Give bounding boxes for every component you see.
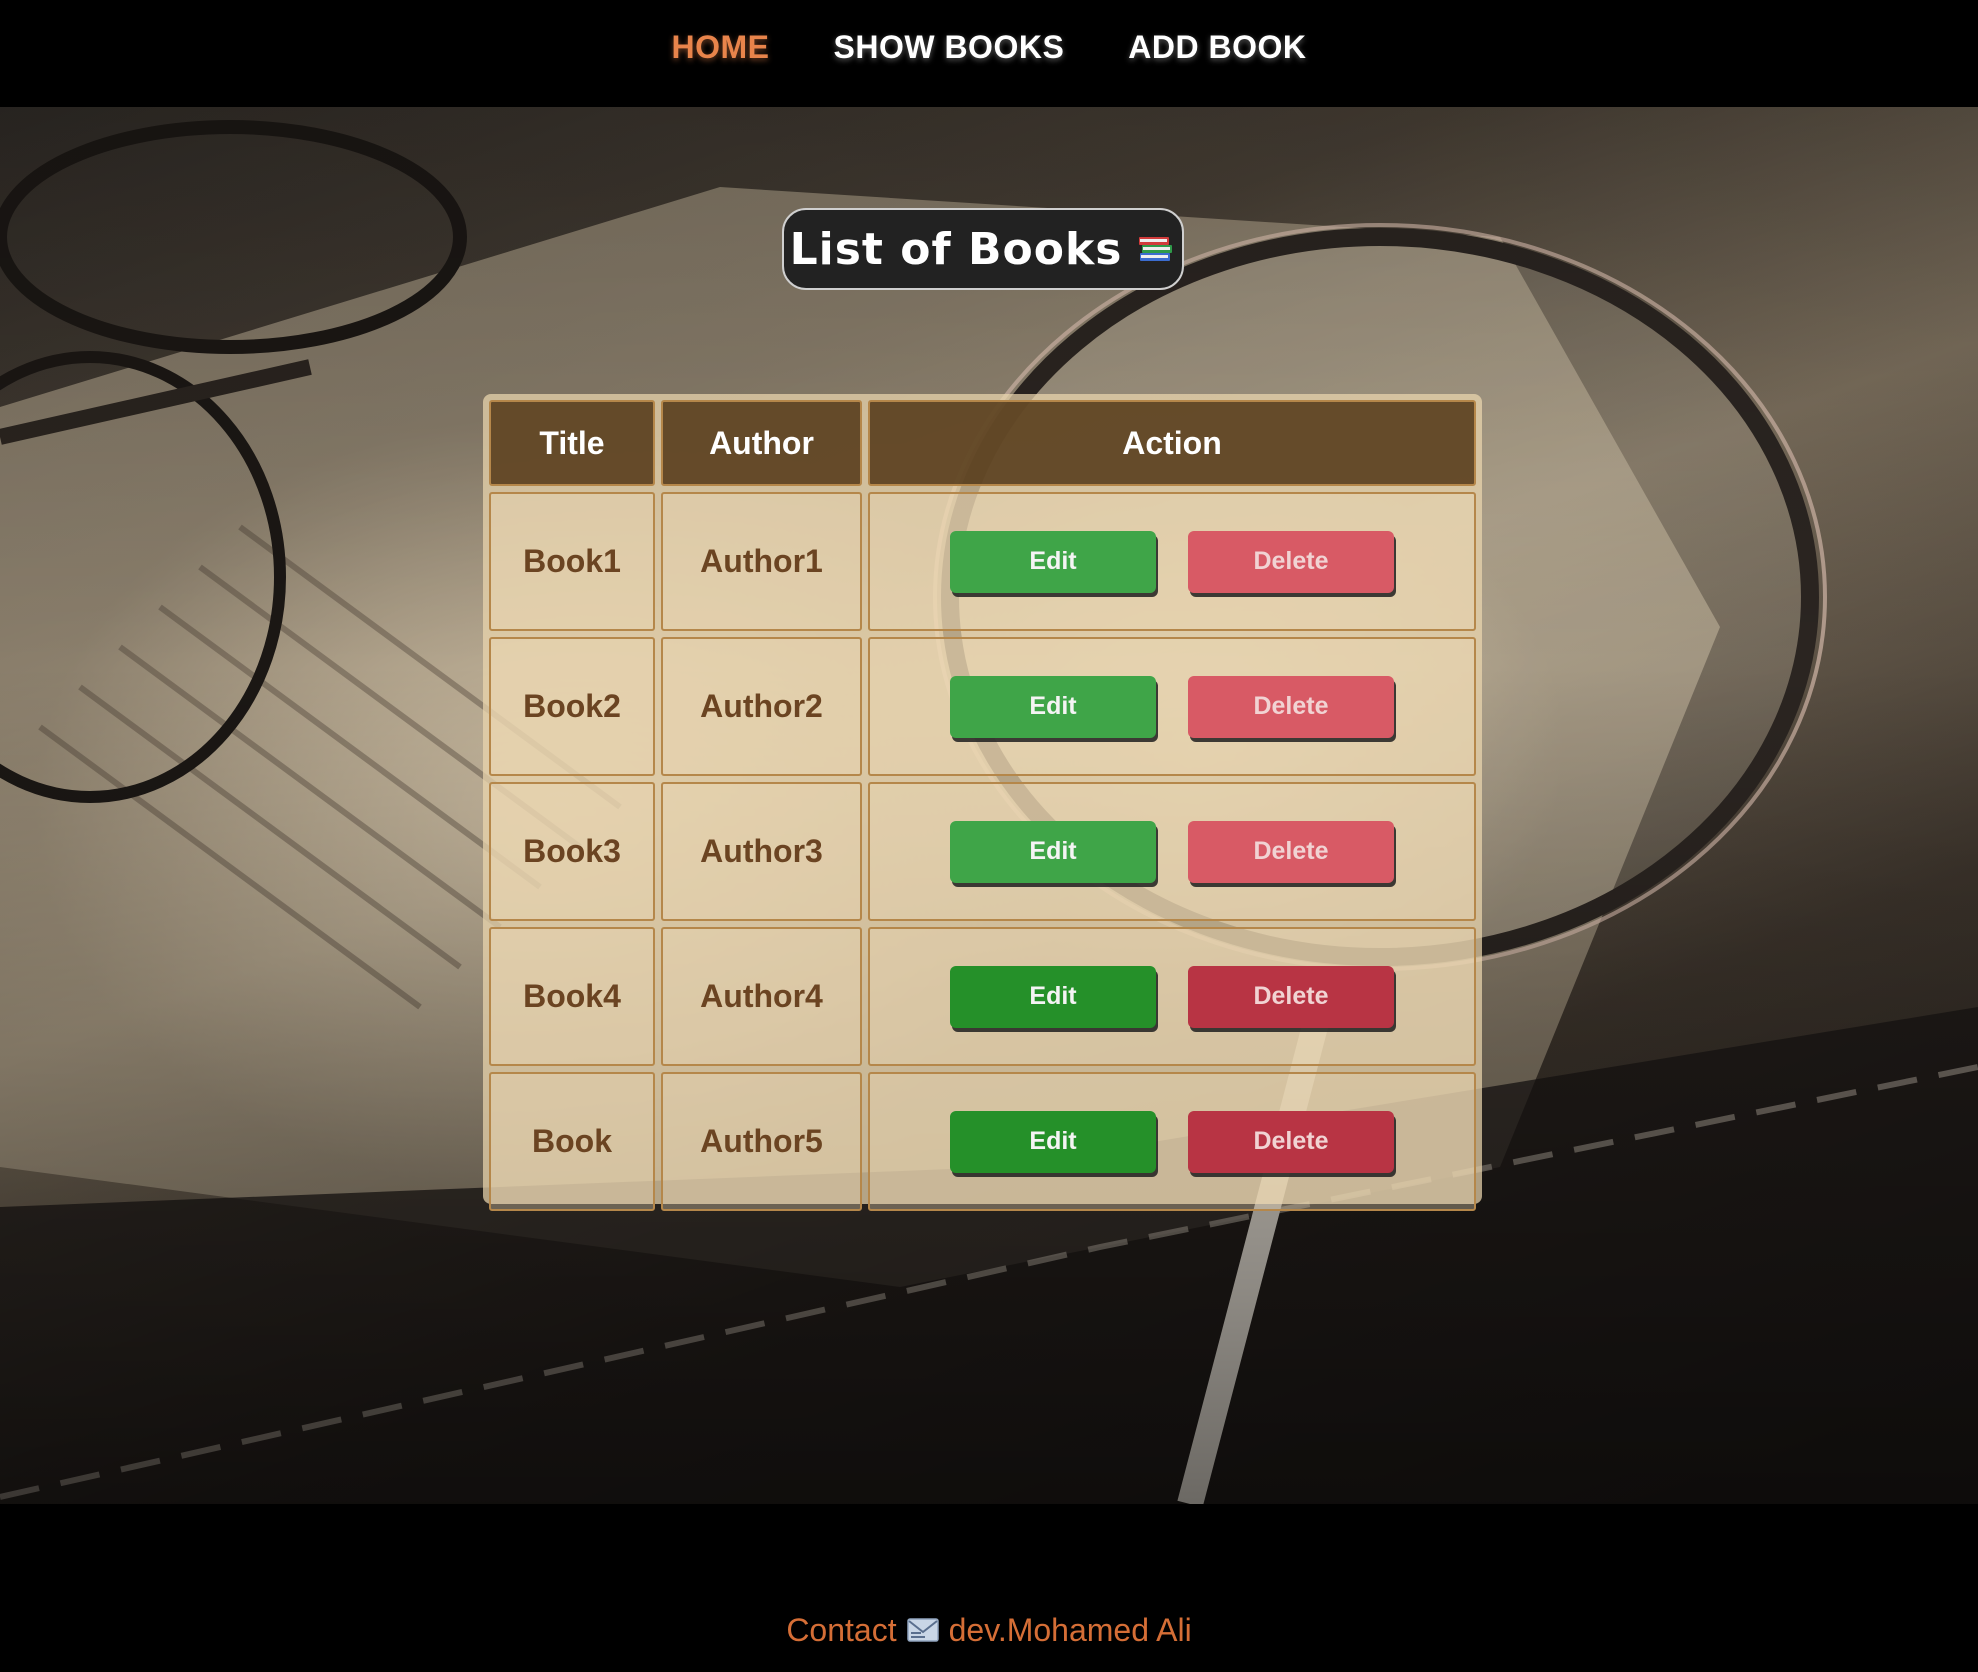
delete-button[interactable]: Delete bbox=[1188, 820, 1394, 883]
header-action: Action bbox=[868, 400, 1476, 486]
delete-button[interactable]: Delete bbox=[1188, 965, 1394, 1028]
edit-button[interactable]: Edit bbox=[950, 1110, 1156, 1173]
table-header-row: Title Author Action bbox=[489, 400, 1476, 486]
book-title-cell: Book bbox=[489, 1072, 655, 1211]
edit-button[interactable]: Edit bbox=[950, 530, 1156, 593]
table-row: Book2 Author2 Edit Delete bbox=[489, 637, 1476, 776]
edit-button[interactable]: Edit bbox=[950, 675, 1156, 738]
book-author-cell: Author5 bbox=[661, 1072, 862, 1211]
header-title: Title bbox=[489, 400, 655, 486]
page-title-text: List of Books bbox=[789, 223, 1123, 275]
books-icon bbox=[1139, 237, 1173, 261]
edit-button[interactable]: Edit bbox=[950, 820, 1156, 883]
delete-button[interactable]: Delete bbox=[1188, 530, 1394, 593]
book-title-cell: Book4 bbox=[489, 927, 655, 1066]
page: HOME SHOW BOOKS ADD BOOK List of Books T… bbox=[0, 0, 1978, 1672]
contact-name-link[interactable]: dev.Mohamed Ali bbox=[949, 1612, 1192, 1649]
contact-label: Contact bbox=[786, 1611, 897, 1648]
action-cell: Edit Delete bbox=[868, 1072, 1476, 1211]
books-table-panel: Title Author Action Book1 Author1 Edit D… bbox=[483, 394, 1482, 1211]
footer: Contact dev.Mohamed Ali bbox=[0, 1504, 1978, 1672]
book-title-cell: Book2 bbox=[489, 637, 655, 776]
page-title: List of Books bbox=[782, 208, 1184, 290]
edit-button[interactable]: Edit bbox=[950, 965, 1156, 1028]
delete-button[interactable]: Delete bbox=[1188, 1110, 1394, 1173]
book-author-cell: Author1 bbox=[661, 492, 862, 631]
table-row: Book3 Author3 Edit Delete bbox=[489, 782, 1476, 921]
action-cell: Edit Delete bbox=[868, 637, 1476, 776]
table-row: Book1 Author1 Edit Delete bbox=[489, 492, 1476, 631]
header-author: Author bbox=[661, 400, 862, 486]
contact-info: Contact dev.Mohamed Ali bbox=[786, 1612, 1191, 1649]
top-nav: HOME SHOW BOOKS ADD BOOK bbox=[0, 0, 1978, 107]
table-row: Book4 Author4 Edit Delete bbox=[489, 927, 1476, 1066]
nav-add-book[interactable]: ADD BOOK bbox=[1128, 29, 1306, 66]
book-title-cell: Book1 bbox=[489, 492, 655, 631]
book-title-cell: Book3 bbox=[489, 782, 655, 921]
delete-button[interactable]: Delete bbox=[1188, 675, 1394, 738]
nav-home[interactable]: HOME bbox=[672, 29, 770, 66]
table-row: Book Author5 Edit Delete bbox=[489, 1072, 1476, 1211]
book-author-cell: Author3 bbox=[661, 782, 862, 921]
nav-show-books[interactable]: SHOW BOOKS bbox=[834, 29, 1065, 66]
action-cell: Edit Delete bbox=[868, 927, 1476, 1066]
books-table: Title Author Action Book1 Author1 Edit D… bbox=[483, 394, 1482, 1217]
action-cell: Edit Delete bbox=[868, 492, 1476, 631]
book-author-cell: Author2 bbox=[661, 637, 862, 776]
mail-icon bbox=[906, 1618, 939, 1642]
action-cell: Edit Delete bbox=[868, 782, 1476, 921]
book-author-cell: Author4 bbox=[661, 927, 862, 1066]
